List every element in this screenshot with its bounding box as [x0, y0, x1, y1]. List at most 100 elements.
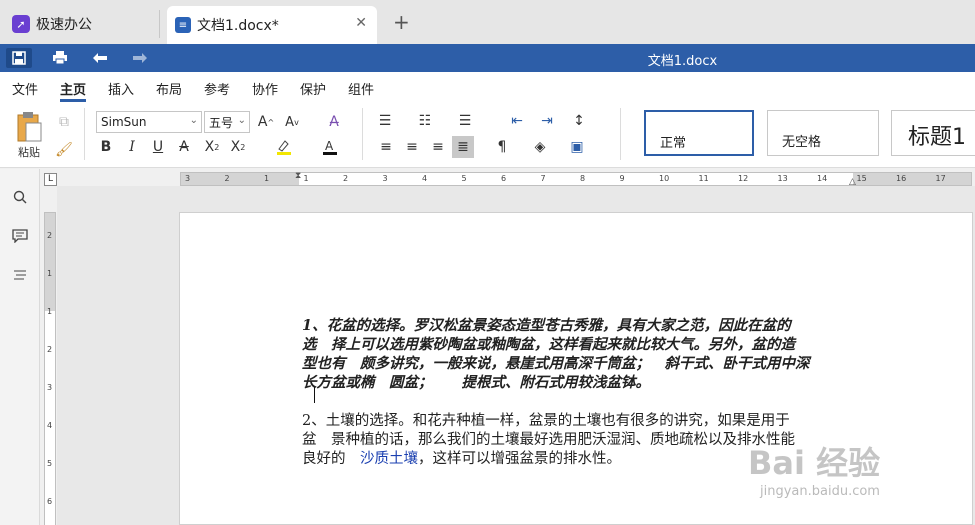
title-bar: 文档1.docx — [0, 44, 975, 72]
text-span: ，这样可以增强盆景的排水性。 — [418, 451, 621, 467]
ruler-number: 3 — [47, 383, 53, 392]
ruler-number: 13 — [777, 174, 788, 183]
ruler-number: 1 — [47, 307, 53, 316]
style-no-spacing[interactable]: 无空格 — [767, 110, 879, 156]
svg-text:A: A — [325, 139, 334, 153]
menu-references[interactable]: 参考 — [204, 79, 230, 98]
text-line: 型也有 颇多讲究，一般来说，悬崖式用高深千筒盆； 斜干式、卧干式用中深 — [302, 355, 810, 372]
ruler-number: 17 — [935, 174, 946, 183]
rocket-icon: ➚ — [12, 15, 30, 33]
font-family-value: SimSun — [101, 115, 147, 129]
ruler-number: 3 — [185, 174, 191, 183]
ruler-number: 4 — [422, 174, 428, 183]
paragraph-mark-icon[interactable]: ¶ — [492, 136, 512, 158]
font-color-icon[interactable]: A — [318, 136, 342, 158]
tab-document[interactable]: ≡ 文档1.docx* ✕ — [167, 6, 377, 44]
ruler-number: 8 — [580, 174, 586, 183]
horizontal-ruler[interactable]: 3 2 1 1 2 3 4 5 6 7 8 9 10 11 12 13 14 15 16 17 ⧗ △ — [180, 171, 972, 187]
grow-font-icon[interactable]: A ^ — [256, 111, 276, 133]
borders-icon[interactable]: ▣ — [566, 136, 588, 158]
decrease-indent-icon[interactable]: ⇤ — [506, 111, 528, 131]
strikethrough-icon[interactable]: A — [174, 136, 194, 158]
chevron-down-icon: ⌄ — [189, 115, 198, 126]
highlighted-term[interactable]: 沙质土壤 — [360, 451, 418, 467]
numbered-list-icon[interactable]: ☷ — [414, 111, 436, 131]
add-tab-button[interactable]: + — [393, 12, 410, 32]
vertical-ruler[interactable]: 211234567 — [44, 212, 56, 525]
style-normal[interactable]: 正常 — [644, 110, 754, 156]
search-icon[interactable] — [10, 187, 30, 207]
ruler-number: 14 — [817, 174, 828, 183]
font-color-a-icon: A — [323, 139, 337, 155]
ruler-number: 10 — [659, 174, 670, 183]
baidu-watermark-url: jingyan.baidu.com — [760, 484, 880, 499]
text-line: 选 择上可以选用紫砂陶盆或釉陶盆，这样看起来就比较大气。另外，盆的造 — [302, 336, 795, 353]
document-title: 文档1.docx — [647, 54, 718, 69]
superscript-icon[interactable]: X2 — [202, 136, 222, 158]
menu-layout[interactable]: 布局 — [156, 79, 182, 98]
separator — [362, 108, 363, 160]
ruler-number: 16 — [896, 174, 907, 183]
underline-icon[interactable]: U — [148, 136, 168, 158]
ruler-number: 2 — [224, 174, 230, 183]
tab-doc-label: 文档1.docx* — [197, 18, 279, 34]
close-icon[interactable]: ✕ — [355, 15, 367, 31]
menu-insert[interactable]: 插入 — [108, 79, 134, 98]
ruler-number: 5 — [461, 174, 467, 183]
menu-collaborate[interactable]: 协作 — [252, 79, 278, 98]
paragraph-1[interactable]: 1、花盆的选择。罗汉松盆景姿态造型苍古秀雅，具有大家之范，因此在盆的 选 择上可… — [302, 316, 854, 392]
tab-app-home[interactable]: ➚ 极速办公 — [0, 10, 160, 38]
text-span: 良好的 — [302, 451, 360, 467]
justify-icon[interactable]: ≣ — [452, 136, 474, 158]
shading-icon[interactable]: ◈ — [528, 136, 552, 158]
align-right-icon[interactable]: ≡ — [428, 136, 448, 158]
tab-app-label: 极速办公 — [36, 17, 92, 33]
align-center-icon[interactable]: ≡ — [402, 136, 422, 158]
menu-plugins[interactable]: 组件 — [348, 79, 374, 98]
ruler-number: 1 — [47, 269, 53, 278]
subscript-icon[interactable]: X2 — [228, 136, 248, 158]
ribbon-toolbar: 粘贴 ⧉ 🖌 SimSun ⌄ 五号 ⌄ A ^ Av A̶ B I U A X2… — [0, 102, 975, 168]
ruler-number: 1 — [264, 174, 270, 183]
ruler-number: 2 — [343, 174, 349, 183]
ruler-number: 1 — [303, 174, 309, 183]
bold-icon[interactable]: B — [96, 136, 116, 158]
format-painter-icon[interactable]: 🖌 — [54, 140, 74, 160]
font-size-select[interactable]: 五号 ⌄ — [204, 111, 250, 133]
shrink-font-icon[interactable]: Av — [282, 111, 302, 133]
menu-file[interactable]: 文件 — [12, 79, 38, 98]
ruler-number: 2 — [47, 231, 53, 240]
separator — [620, 108, 621, 160]
text-line: 长方盆或椭 圆盆； 提根式、附石式用较浅盆钵。 — [302, 374, 650, 391]
indent-marker-icon[interactable]: ⧗ — [295, 171, 301, 181]
clear-format-icon[interactable]: A̶ — [324, 111, 344, 133]
chevron-down-icon: ⌄ — [237, 115, 246, 126]
ruler-number: 7 — [540, 174, 546, 183]
increase-indent-icon[interactable]: ⇥ — [536, 111, 558, 131]
font-family-select[interactable]: SimSun ⌄ — [96, 111, 202, 133]
line-spacing-icon[interactable]: ↕ — [568, 111, 590, 131]
tab-stop-selector[interactable]: L — [44, 173, 57, 186]
menu-protect[interactable]: 保护 — [300, 79, 326, 98]
ruler-number: 9 — [619, 174, 625, 183]
multilevel-list-icon[interactable]: ☰ — [454, 111, 476, 131]
right-indent-marker-icon[interactable]: △ — [849, 177, 856, 187]
paste-label: 粘贴 — [18, 146, 40, 159]
left-sidebar — [0, 169, 40, 525]
baidu-watermark: Bai 经验 — [748, 444, 881, 482]
clipboard-icon — [17, 112, 42, 142]
ruler-number: 4 — [47, 421, 53, 430]
menu-home[interactable]: 主页 — [60, 79, 86, 98]
align-left-icon[interactable]: ≡ — [376, 136, 396, 158]
highlight-icon[interactable] — [272, 136, 296, 158]
ruler-number: 5 — [47, 459, 53, 468]
navigation-icon[interactable] — [10, 265, 30, 285]
paste-button[interactable] — [12, 110, 46, 144]
comment-icon[interactable] — [10, 226, 30, 246]
bullet-list-icon[interactable]: ☰ — [374, 111, 396, 131]
copy-icon[interactable]: ⧉ — [54, 112, 74, 132]
style-heading-1[interactable]: 标题1 — [891, 110, 975, 156]
text-line: 1、花盆的选择。罗汉松盆景姿态造型苍古秀雅，具有大家之范，因此在盆的 — [302, 317, 791, 334]
ruler-number: 11 — [698, 174, 709, 183]
italic-icon[interactable]: I — [122, 136, 142, 158]
